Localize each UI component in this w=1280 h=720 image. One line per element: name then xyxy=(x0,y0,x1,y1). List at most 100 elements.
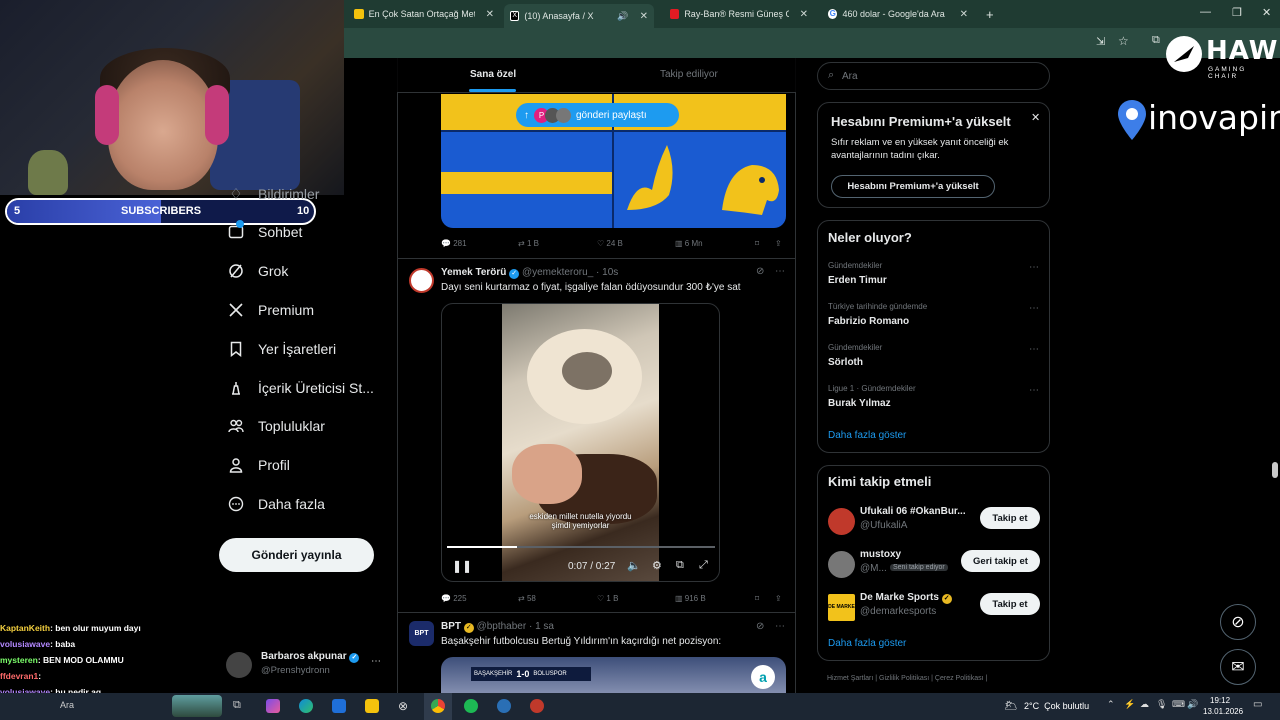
volume-icon[interactable]: 🔈 xyxy=(627,559,641,572)
trend-item[interactable]: Ligue 1 · Gündemdekiler Burak Yılmaz ⋯ xyxy=(818,384,1049,424)
more-dots-icon[interactable]: ⋯ xyxy=(1029,303,1039,314)
chat-username[interactable]: KaptanKeith xyxy=(0,623,50,633)
browser-tab[interactable]: G 460 dolar - Google'da Ara ✕ xyxy=(822,4,974,24)
like-button[interactable]: ♡ 24 B xyxy=(597,239,623,248)
chat-username[interactable]: mysteren xyxy=(0,655,38,665)
bookmark-icon[interactable]: ⌑ xyxy=(755,594,759,603)
nav-profile[interactable]: Profil xyxy=(228,457,290,473)
browser-tab[interactable]: En Çok Satan Ortaçağ Metal Şe ✕ xyxy=(348,4,500,24)
restore-icon[interactable]: ❐ xyxy=(1232,6,1242,19)
views-button[interactable]: ▥ 916 B xyxy=(675,594,706,603)
footer-link[interactable]: Hizmet Şartları xyxy=(827,675,873,682)
author-name[interactable]: Yemek Terörü xyxy=(441,267,506,278)
steam-icon[interactable] xyxy=(497,699,511,713)
post-image[interactable]: ↑ P gönderi paylaştı xyxy=(441,94,786,228)
edge-icon[interactable] xyxy=(299,699,313,713)
copilot-icon[interactable] xyxy=(266,699,280,713)
trend-item[interactable]: Türkiye tarihinde gündemde Fabrizio Roma… xyxy=(818,302,1049,342)
footer-link[interactable]: Gizlilik Politikası xyxy=(879,675,929,682)
show-more-link[interactable]: Daha fazla göster xyxy=(828,430,906,441)
more-dots-icon[interactable]: ⋯ xyxy=(775,266,785,277)
tab-for-you[interactable]: Sana özel xyxy=(470,69,516,80)
taskbar-search[interactable]: Ara xyxy=(60,700,74,710)
minimize-icon[interactable]: — xyxy=(1200,6,1211,18)
clock-time[interactable]: 19:12 xyxy=(1210,696,1230,705)
microphone-icon[interactable]: 🎙 xyxy=(1156,699,1167,710)
more-dots-icon[interactable]: ⋯ xyxy=(371,656,381,667)
nav-more[interactable]: Daha fazla xyxy=(228,496,325,512)
tab-close-icon[interactable]: ✕ xyxy=(640,11,648,22)
share-icon[interactable]: ⇪ xyxy=(775,239,782,248)
follow-button[interactable]: Takip et xyxy=(980,507,1040,529)
footer-link[interactable]: Çerez Politikası xyxy=(935,675,984,682)
folder-icon[interactable] xyxy=(365,699,379,713)
bookmark-star-icon[interactable]: ☆ xyxy=(1118,34,1129,48)
author-handle[interactable]: @yemekteroru_ xyxy=(522,267,593,278)
avatar[interactable] xyxy=(409,268,434,293)
shared-pill[interactable]: ↑ P gönderi paylaştı xyxy=(516,103,679,127)
scrollbar-thumb[interactable] xyxy=(1272,462,1278,478)
video-progress-track[interactable] xyxy=(447,546,715,548)
weather-text[interactable]: 2°C Çok bulutlu xyxy=(1024,701,1089,711)
grok-icon[interactable]: ⊘ xyxy=(756,266,764,277)
post-video-thumbnail[interactable]: BAŞAKŞEHİR 1-0 BOLUSPOR a xyxy=(441,657,786,693)
reply-button[interactable]: 💬 281 xyxy=(441,239,467,248)
premium-upgrade-button[interactable]: Hesabını Premium+'a yükselt xyxy=(831,175,995,198)
obs-icon[interactable] xyxy=(530,699,544,713)
settings-gear-icon[interactable]: ⚙ xyxy=(652,559,662,572)
close-icon[interactable]: ✕ xyxy=(1031,111,1040,124)
browser-tab-active[interactable]: X (10) Anasayfa / X 🔊 ✕ xyxy=(504,4,654,28)
more-dots-icon[interactable]: ⋯ xyxy=(775,621,785,632)
more-dots-icon[interactable]: ⋯ xyxy=(1029,385,1039,396)
xbox-icon[interactable]: ⊗ xyxy=(398,699,412,713)
bookmark-icon[interactable]: ⌑ xyxy=(755,239,759,248)
nav-chat[interactable]: Sohbet xyxy=(228,220,302,240)
pip-icon[interactable]: ⧉ xyxy=(676,559,684,572)
fullscreen-icon[interactable]: ⤢ xyxy=(699,559,708,572)
pause-icon[interactable]: ❚❚ xyxy=(452,559,472,573)
tray-chevron-icon[interactable]: ⌃ xyxy=(1107,699,1115,710)
network-icon[interactable]: ⌨ xyxy=(1172,699,1185,710)
like-button[interactable]: ♡ 1 B xyxy=(597,594,618,603)
more-dots-icon[interactable]: ⋯ xyxy=(1029,262,1039,273)
tray-icon[interactable]: ☁ xyxy=(1140,699,1149,710)
search-box[interactable]: ⌕ Ara xyxy=(817,62,1050,90)
author-name[interactable]: BPT xyxy=(441,621,461,632)
nav-premium[interactable]: Premium xyxy=(228,302,314,318)
store-icon[interactable] xyxy=(332,699,346,713)
tray-icon[interactable]: ⚡ xyxy=(1124,699,1135,710)
nav-grok[interactable]: Grok xyxy=(228,263,288,279)
tab-close-icon[interactable]: ✕ xyxy=(486,9,494,20)
repost-button[interactable]: ⇄ 58 xyxy=(518,594,536,603)
nav-notifications[interactable]: ♢ Bildirimler xyxy=(228,186,319,203)
trend-item[interactable]: Gündemdekiler Sörloth ⋯ xyxy=(818,343,1049,383)
nav-bookmarks[interactable]: Yer İşaretleri xyxy=(228,341,336,357)
post-button[interactable]: Gönderi yayınla xyxy=(219,538,374,572)
search-input[interactable]: Ara xyxy=(842,71,858,82)
follow-back-button[interactable]: Geri takip et xyxy=(961,550,1040,572)
account-switcher[interactable]: Barbaros akpunar ✓ @Prenshydronn ⋯ xyxy=(226,648,386,682)
tab-close-icon[interactable]: ✕ xyxy=(960,9,968,20)
notification-icon[interactable]: ▭ xyxy=(1253,699,1262,710)
show-more-link[interactable]: Daha fazla göster xyxy=(828,638,906,649)
task-view-icon[interactable]: ⧉ xyxy=(233,699,247,713)
author-handle[interactable]: @bpthaber xyxy=(477,621,527,632)
avatar[interactable]: BPT xyxy=(409,621,434,646)
chrome-icon[interactable] xyxy=(431,699,445,713)
spotify-icon[interactable] xyxy=(464,699,478,713)
tab-close-icon[interactable]: ✕ xyxy=(800,9,808,20)
trend-item[interactable]: Gündemdekiler Erden Timur ⋯ xyxy=(818,261,1049,301)
clock-date[interactable]: 13.01.2026 xyxy=(1203,707,1243,716)
suggestion-row[interactable]: mustoxy @M... Seni takip ediyor Geri tak… xyxy=(818,547,1049,583)
reply-button[interactable]: 💬 225 xyxy=(441,594,467,603)
video-player[interactable]: eskiden millet nutella yiyordu şimdi yem… xyxy=(441,303,720,582)
browser-tab[interactable]: Ray-Ban® Resmi Güneş Gözlüğ ✕ xyxy=(664,4,814,24)
extensions-icon[interactable]: ⧉ xyxy=(1152,34,1160,47)
nav-communities[interactable]: Topluluklar xyxy=(228,418,325,434)
close-window-icon[interactable]: ✕ xyxy=(1262,6,1271,19)
repost-button[interactable]: ⇄ 1 B xyxy=(518,239,539,248)
install-app-icon[interactable]: ⇲ xyxy=(1096,35,1105,48)
speaker-icon[interactable]: 🔊 xyxy=(617,11,628,22)
suggestion-row[interactable]: Ufukali 06 #OkanBur... @UfukaliA Takip e… xyxy=(818,504,1049,540)
nav-creator-studio[interactable]: İçerik Üreticisi St... xyxy=(228,380,374,396)
